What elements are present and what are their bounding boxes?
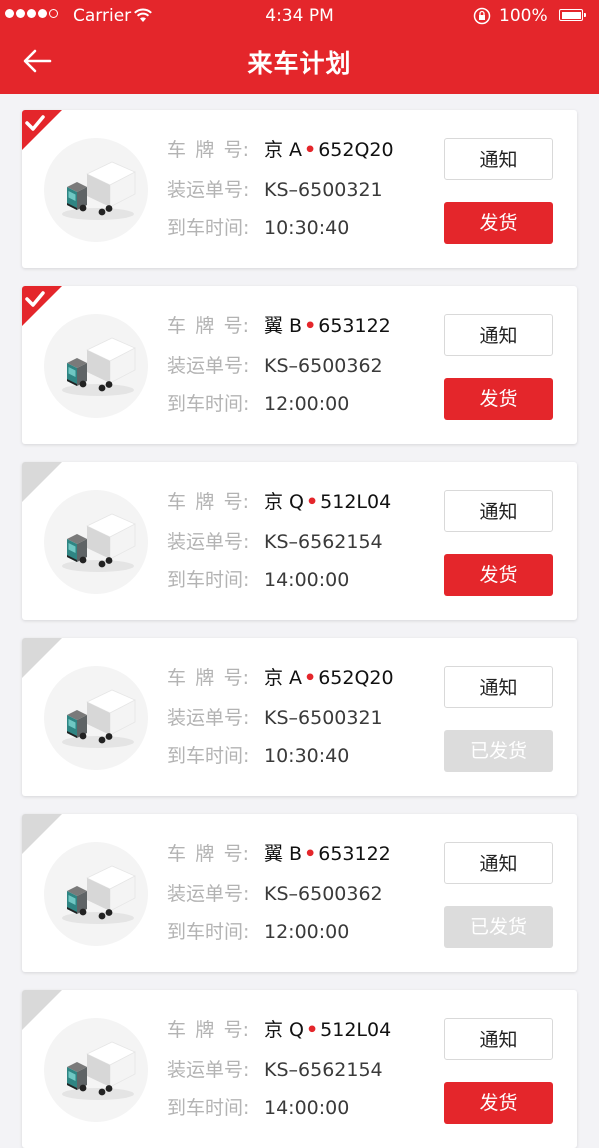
truck-icon	[62, 865, 136, 924]
arrival-time: 12:00:00	[264, 393, 350, 415]
shipment-number: KS–6562154	[264, 531, 383, 553]
shipment-row: 装运单号: KS–6500362	[167, 353, 383, 379]
checkmark-corner-icon[interactable]	[22, 990, 62, 1030]
plate-row: 车牌号: 京 A • 652Q20	[167, 137, 394, 163]
battery-percentage: 100%	[499, 6, 548, 26]
arrival-label: 到车时间:	[167, 569, 250, 591]
arrival-label: 到车时间:	[167, 745, 250, 767]
shipment-number: KS–6500321	[264, 179, 383, 201]
arrival-row: 到车时间: 12:00:00	[167, 391, 349, 417]
arrival-row: 到车时间: 10:30:40	[167, 215, 349, 241]
shipment-row: 装运单号: KS–6500321	[167, 705, 383, 731]
notify-button[interactable]: 通知	[444, 666, 553, 708]
shipment-label: 装运单号:	[167, 1059, 250, 1081]
plate-row: 车牌号: 翼 B • 653122	[167, 841, 391, 867]
checkmark-corner-icon[interactable]	[22, 462, 62, 502]
notify-button[interactable]: 通知	[444, 1018, 553, 1060]
rotation-lock-icon	[473, 7, 491, 25]
plate-number: 京 A • 652Q20	[264, 667, 394, 689]
arrival-row: 到车时间: 10:30:40	[167, 743, 349, 769]
checkmark-corner-icon[interactable]	[22, 814, 62, 854]
plate-label: 车牌号:	[167, 1019, 249, 1041]
plate-number: 京 Q • 512L04	[264, 491, 392, 513]
plate-row: 车牌号: 京 Q • 512L04	[167, 1017, 391, 1043]
vehicle-card: 车牌号: 京 Q • 512L04 装运单号: KS–6562154 到车时间: 14:0…	[22, 990, 577, 1148]
arrival-row: 到车时间: 12:00:00	[167, 919, 349, 945]
page-title: 来车计划	[247, 49, 352, 78]
truck-avatar	[44, 842, 148, 946]
vehicle-card: 车牌号: 京 Q • 512L04 装运单号: KS–6562154 到车时间: 14:0…	[22, 462, 577, 620]
ship-button[interactable]: 发货	[444, 554, 553, 596]
truck-icon	[62, 1041, 136, 1100]
arrival-label: 到车时间:	[167, 1097, 250, 1119]
checkmark-corner-icon[interactable]	[22, 638, 62, 678]
shipment-label: 装运单号:	[167, 179, 250, 201]
shipment-label: 装运单号:	[167, 355, 250, 377]
shipment-row: 装运单号: KS–6500321	[167, 177, 383, 203]
plate-row: 车牌号: 京 Q • 512L04	[167, 489, 391, 515]
arrival-time: 14:00:00	[264, 569, 350, 591]
truck-avatar	[44, 138, 148, 242]
arrival-label: 到车时间:	[167, 921, 250, 943]
checkmark-corner-icon[interactable]	[22, 286, 62, 326]
truck-avatar	[44, 314, 148, 418]
plate-label: 车牌号:	[167, 139, 249, 161]
ship-button[interactable]: 发货	[444, 202, 553, 244]
shipment-label: 装运单号:	[167, 883, 250, 905]
arrival-time: 10:30:40	[264, 745, 350, 767]
plate-row: 车牌号: 翼 B • 653122	[167, 313, 391, 339]
shipped-button: 已发货	[444, 730, 553, 772]
shipment-number: KS–6500362	[264, 355, 383, 377]
plate-number: 翼 B • 653122	[264, 843, 391, 865]
notify-button[interactable]: 通知	[444, 314, 553, 356]
vehicle-card: 车牌号: 京 A • 652Q20 装运单号: KS–6500321 到车时间: 10:3…	[22, 638, 577, 796]
arrival-row: 到车时间: 14:00:00	[167, 1095, 349, 1121]
vehicle-card: 车牌号: 翼 B • 653122 装运单号: KS–6500362 到车时间: 12:0…	[22, 286, 577, 444]
arrival-time: 12:00:00	[264, 921, 350, 943]
arrival-time: 14:00:00	[264, 1097, 350, 1119]
shipment-row: 装运单号: KS–6562154	[167, 1057, 383, 1083]
shipment-number: KS–6500321	[264, 707, 383, 729]
shipment-label: 装运单号:	[167, 707, 250, 729]
ship-button[interactable]: 发货	[444, 1082, 553, 1124]
vehicle-card: 车牌号: 京 A • 652Q20 装运单号: KS–6500321 到车时间: 10:3…	[22, 110, 577, 268]
battery-icon	[559, 9, 586, 21]
shipment-number: KS–6500362	[264, 883, 383, 905]
arrival-label: 到车时间:	[167, 393, 250, 415]
truck-icon	[62, 161, 136, 220]
truck-icon	[62, 513, 136, 572]
plate-number: 京 A • 652Q20	[264, 139, 394, 161]
plate-row: 车牌号: 京 A • 652Q20	[167, 665, 394, 691]
shipped-button: 已发货	[444, 906, 553, 948]
navigation-bar: Carrier 4:34 PM 100% 来车计划	[0, 0, 599, 94]
plate-number: 京 Q • 512L04	[264, 1019, 392, 1041]
arrival-row: 到车时间: 14:00:00	[167, 567, 349, 593]
truck-avatar	[44, 666, 148, 770]
shipment-row: 装运单号: KS–6500362	[167, 881, 383, 907]
plate-label: 车牌号:	[167, 315, 249, 337]
ship-button[interactable]: 发货	[444, 378, 553, 420]
plate-label: 车牌号:	[167, 667, 249, 689]
truck-icon	[62, 337, 136, 396]
checkmark-corner-icon[interactable]	[22, 110, 62, 150]
shipment-number: KS–6562154	[264, 1059, 383, 1081]
truck-icon	[62, 689, 136, 748]
notify-button[interactable]: 通知	[444, 842, 553, 884]
shipment-row: 装运单号: KS–6562154	[167, 529, 383, 555]
notify-button[interactable]: 通知	[444, 138, 553, 180]
arrival-label: 到车时间:	[167, 217, 250, 239]
arrival-time: 10:30:40	[264, 217, 350, 239]
plate-number: 翼 B • 653122	[264, 315, 391, 337]
notify-button[interactable]: 通知	[444, 490, 553, 532]
truck-avatar	[44, 490, 148, 594]
vehicle-card: 车牌号: 翼 B • 653122 装运单号: KS–6500362 到车时间: 12:0…	[22, 814, 577, 972]
plate-label: 车牌号:	[167, 491, 249, 513]
shipment-label: 装运单号:	[167, 531, 250, 553]
status-bar: Carrier 4:34 PM 100%	[0, 0, 599, 32]
truck-avatar	[44, 1018, 148, 1122]
plate-label: 车牌号:	[167, 843, 249, 865]
